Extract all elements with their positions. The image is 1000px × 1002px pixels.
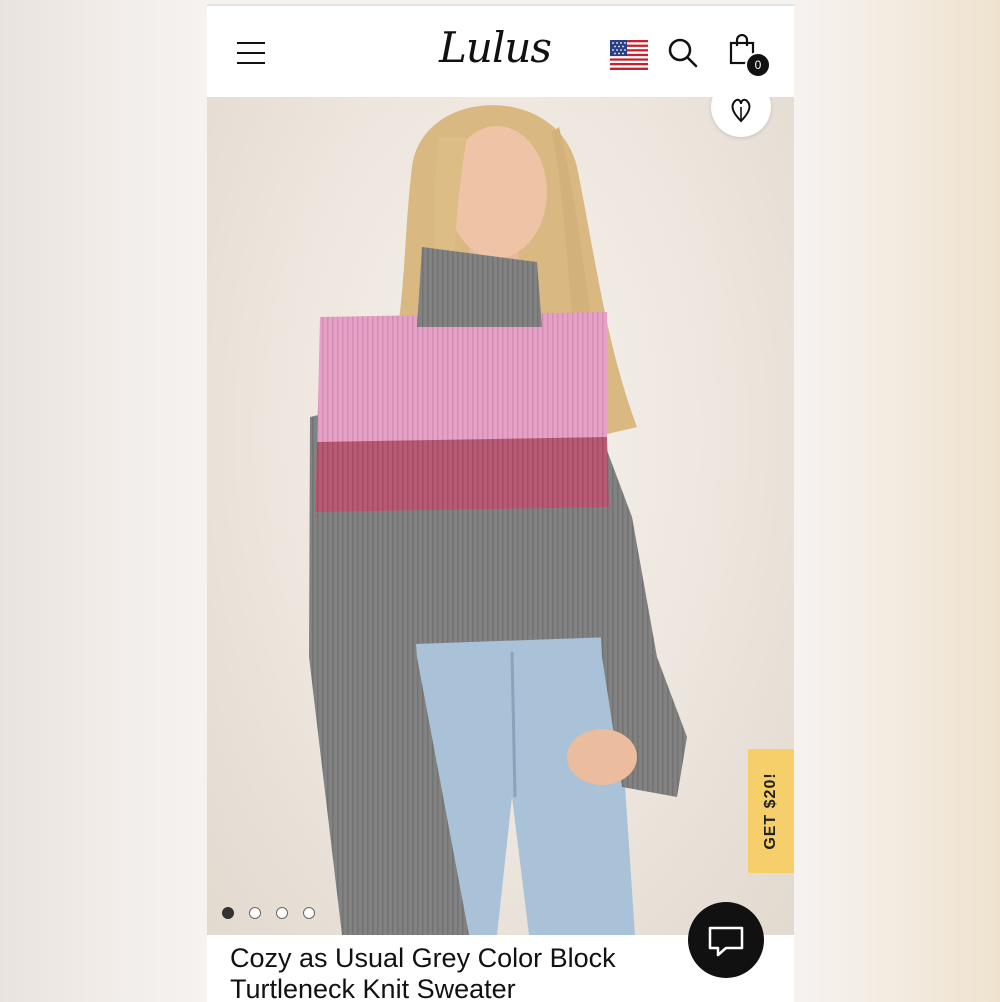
lulus-logo[interactable]: Lulus bbox=[439, 22, 559, 74]
heart-icon[interactable] bbox=[711, 97, 771, 137]
carousel-dot[interactable] bbox=[303, 907, 315, 919]
shopping-bag-icon[interactable]: 0 bbox=[729, 33, 771, 78]
product-photo bbox=[309, 105, 687, 935]
get-20-promo-tab[interactable]: GET $20! bbox=[748, 749, 794, 873]
phone-screen: Lulus 0 GET $20! Cozy as Usual Grey Colo… bbox=[207, 4, 794, 1002]
carousel-dot[interactable] bbox=[249, 907, 261, 919]
carousel-dot[interactable] bbox=[276, 907, 288, 919]
carousel-dot[interactable] bbox=[222, 907, 234, 919]
cart-count-badge: 0 bbox=[745, 52, 771, 78]
us-flag-icon[interactable] bbox=[610, 40, 648, 70]
product-image-carousel[interactable]: GET $20! bbox=[207, 97, 794, 935]
search-icon[interactable] bbox=[667, 37, 699, 69]
promo-label: GET $20! bbox=[762, 772, 779, 850]
hamburger-menu-icon[interactable] bbox=[235, 40, 267, 66]
chat-bubble-icon[interactable] bbox=[688, 902, 764, 978]
product-title: Cozy as Usual Grey Color Block Turtlenec… bbox=[230, 943, 616, 1002]
site-header: Lulus 0 bbox=[207, 6, 794, 97]
